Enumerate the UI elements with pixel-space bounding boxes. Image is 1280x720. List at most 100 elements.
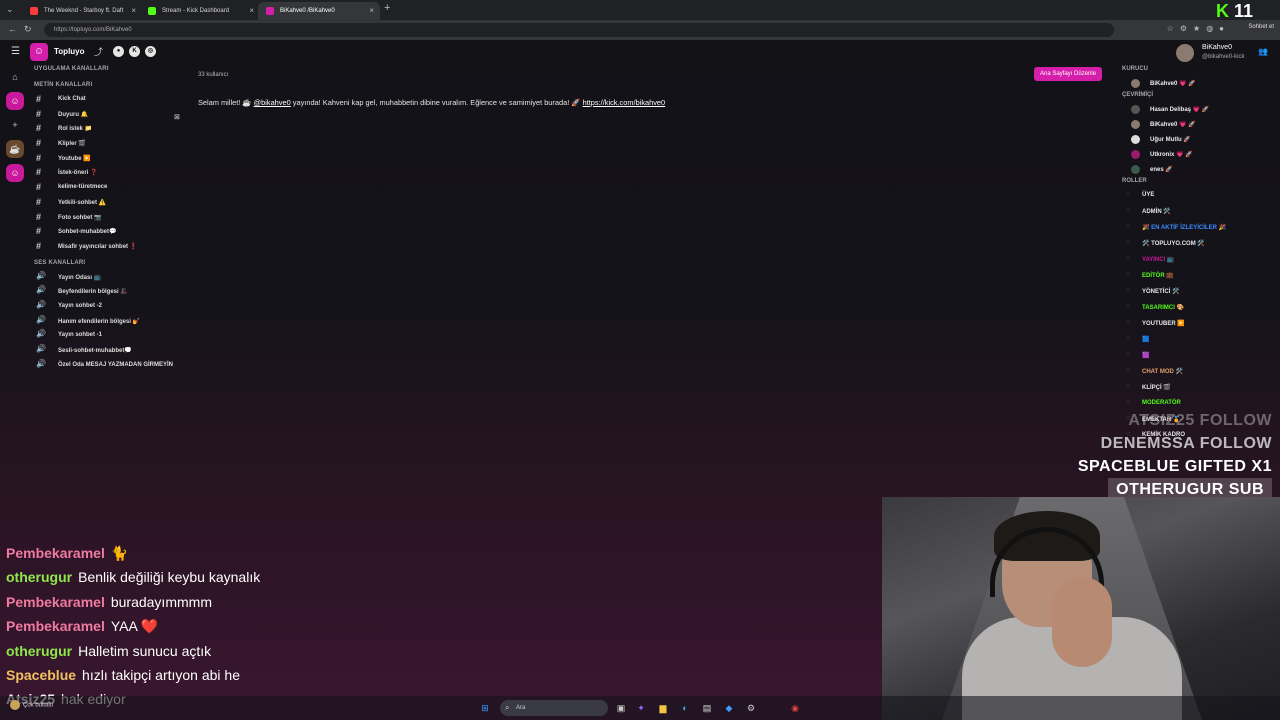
voice-channel[interactable]: 🔊 Yayın sohbet -2 bbox=[30, 300, 190, 315]
share-icon[interactable]: ⤴ bbox=[94, 45, 103, 58]
text-channel[interactable]: # Duyuru 🔔 bbox=[30, 108, 190, 123]
avatar bbox=[1131, 135, 1140, 144]
role-item[interactable]: ◌ 🟦 bbox=[1120, 333, 1280, 349]
kick-link[interactable]: https://kick.com/bikahve0 bbox=[583, 98, 666, 107]
role-item[interactable]: ◌ CHAT MOD 🛠️ bbox=[1120, 365, 1280, 381]
text-channel[interactable]: # Foto sohbet 📷 bbox=[30, 211, 190, 226]
voice-channel[interactable]: 🔊 Hanım efendilerin bölgesi 💅 bbox=[30, 315, 190, 330]
role-item[interactable]: ◌ ADMİN 🛠️ bbox=[1120, 205, 1280, 221]
home-icon[interactable]: ⌂ bbox=[6, 68, 24, 86]
file-explorer-icon[interactable]: ▆ bbox=[656, 701, 670, 715]
instagram-icon[interactable]: ◎ bbox=[145, 46, 156, 57]
start-icon[interactable]: ⊞ bbox=[478, 701, 492, 715]
weather-widget[interactable]: Çok bulutlu bbox=[10, 700, 53, 710]
voice-channel[interactable]: 🔊 Sesli-sohbet-muhabbet💭 bbox=[30, 344, 190, 359]
text-channel[interactable]: # kelime-türetmece bbox=[30, 181, 190, 196]
text-channel[interactable]: # Rol istek 📁 bbox=[30, 122, 190, 137]
role-item[interactable]: ◌ 🟪 bbox=[1120, 349, 1280, 365]
close-icon[interactable]: × bbox=[131, 2, 136, 20]
chat-line: Pembekaramel buradayımmmm bbox=[6, 590, 426, 614]
text-channel[interactable]: # Kick Chat bbox=[30, 93, 190, 108]
text-channel[interactable]: # Misafir yayıncılar sohbet ❗ bbox=[30, 240, 190, 255]
user-name: BiKahve0 bbox=[1202, 44, 1232, 51]
avatar bbox=[1131, 165, 1140, 174]
browser-tab[interactable]: Stream - Kick Dashboard × bbox=[140, 2, 260, 20]
settings-icon[interactable]: ⚙ bbox=[744, 701, 758, 715]
text-channel[interactable]: # İstek-öneri ❓ bbox=[30, 166, 190, 181]
role-item[interactable]: ◌ 🛠️ TOPLUYO.COM 🛠️ bbox=[1120, 237, 1280, 253]
text-channel[interactable]: # Yetkili-sohbet ⚠️ bbox=[30, 196, 190, 211]
avatar bbox=[1131, 79, 1140, 88]
server-topluyo[interactable]: ☺ bbox=[6, 92, 24, 110]
chat-button[interactable]: Sohbet et bbox=[1248, 24, 1274, 30]
member-item[interactable]: BiKahve0 💗 🚀 bbox=[1120, 77, 1280, 92]
text-channel[interactable]: # Youtube ▶️ bbox=[30, 152, 190, 167]
member-item[interactable]: Utkronix 💗 🚀 bbox=[1120, 148, 1280, 163]
role-item[interactable]: ◌ EDİTÖR 💼 bbox=[1120, 269, 1280, 285]
server-bikahve[interactable]: ☕ bbox=[6, 140, 24, 158]
edge-icon[interactable]: ◐ bbox=[678, 701, 692, 715]
channel-label: İstek-öneri ❓ bbox=[58, 170, 98, 177]
edit-homepage-button[interactable]: Ana Sayfayı Düzenle bbox=[1034, 67, 1103, 81]
app-channels-header: UYGULAMA KANALLARI bbox=[34, 66, 109, 72]
role-item[interactable]: ◌ 🎉 EN AKTİF İZLEYİCİLER 🎉 bbox=[1120, 221, 1280, 237]
chat-message: 🐈 bbox=[110, 545, 129, 561]
role-item[interactable]: ◌ TASARIMCI 🎨 bbox=[1120, 301, 1280, 317]
speaker-icon: 🔊 bbox=[36, 270, 46, 280]
close-icon[interactable]: × bbox=[249, 2, 254, 20]
member-item[interactable]: Uğur Mutlu 🚀 bbox=[1120, 133, 1280, 148]
browser-tools[interactable]: ☆⚙★◍● bbox=[1167, 24, 1230, 33]
member-name: enes 🚀 bbox=[1150, 167, 1173, 173]
chat-message: YAA ❤️ bbox=[110, 618, 159, 635]
close-icon[interactable]: × bbox=[369, 2, 374, 20]
text-channel[interactable]: # Klipler 🎬 bbox=[30, 137, 190, 152]
member-item[interactable]: Hasan Delibaş 💗 🚀 bbox=[1120, 103, 1280, 118]
topluyo-logo[interactable]: ☺ bbox=[30, 43, 48, 61]
menu-icon[interactable]: ☰ bbox=[11, 46, 20, 57]
voice-channel[interactable]: 🔊 Beyfendilerin bölgesi 🎩 bbox=[30, 285, 190, 300]
url-input[interactable]: https://topluyo.com/BiKahve0 bbox=[44, 23, 1114, 37]
text-channel[interactable]: # Sohbet-muhabbet💬 bbox=[30, 225, 190, 240]
role-name: MODERATÖR bbox=[1142, 400, 1181, 406]
server-pink[interactable]: ☺ bbox=[6, 164, 24, 182]
role-item[interactable]: ◌ YOUTUBER ▶️ bbox=[1120, 317, 1280, 333]
role-item[interactable]: ◌ YÖNETİCİ 🛠️ bbox=[1120, 285, 1280, 301]
back-icon[interactable]: ← bbox=[8, 24, 17, 34]
kick-icon[interactable]: K bbox=[129, 46, 140, 57]
role-item[interactable]: ◌ KLİPÇİ 🎬 bbox=[1120, 381, 1280, 397]
channel-label: Foto sohbet 📷 bbox=[58, 214, 102, 221]
channel-label: Rol istek 📁 bbox=[58, 126, 93, 133]
copilot-icon[interactable]: ✦ bbox=[634, 701, 648, 715]
hash-icon: # bbox=[36, 240, 42, 251]
task-view-icon[interactable]: ▣ bbox=[614, 701, 628, 715]
social-icon-1[interactable]: ● bbox=[113, 46, 124, 57]
alert-row: ATSIZ25 FOLLOW bbox=[1078, 409, 1272, 432]
chat-line: otherugur Halletim sunucu açtık bbox=[6, 639, 426, 663]
pin-icon[interactable]: ⊠ bbox=[174, 113, 180, 121]
reload-icon[interactable]: ↻ bbox=[24, 24, 32, 35]
tab-favicon bbox=[30, 7, 38, 15]
hash-icon: # bbox=[36, 211, 42, 222]
mention-link[interactable]: @bikahve0 bbox=[254, 98, 291, 107]
role-item[interactable]: ◌ YAYINCI 📺 bbox=[1120, 253, 1280, 269]
role-icon: ◌ bbox=[1126, 319, 1131, 326]
member-item[interactable]: enes 🚀 bbox=[1120, 163, 1280, 178]
role-item[interactable]: ◌ ÜYE bbox=[1120, 189, 1280, 205]
voice-channel[interactable]: 🔊 Özel Oda MESAJ YAZMADAN GİRMEYİN bbox=[30, 359, 190, 374]
speaker-icon: 🔊 bbox=[36, 299, 46, 309]
member-item[interactable]: BiKahve0 💗 🚀 bbox=[1120, 118, 1280, 133]
taskbar-search[interactable]: ⌕ Ara bbox=[500, 700, 608, 716]
store-icon[interactable]: ▤ bbox=[700, 701, 714, 715]
members-icon[interactable]: 👥 bbox=[1258, 47, 1268, 56]
new-tab-button[interactable]: + bbox=[384, 2, 390, 14]
role-icon: ◌ bbox=[1126, 303, 1131, 310]
app-icon[interactable]: ◉ bbox=[788, 701, 802, 715]
tab-list-icon[interactable]: ⌄ bbox=[6, 4, 14, 15]
mail-icon[interactable]: ◆ bbox=[722, 701, 736, 715]
voice-channel[interactable]: 🔊 Yayın Odası 📺 bbox=[30, 271, 190, 286]
chat-username: Spaceblue bbox=[6, 666, 77, 683]
voice-channel[interactable]: 🔊 Yayın sohbet -1 bbox=[30, 329, 190, 344]
add-server-icon[interactable]: + bbox=[6, 116, 24, 134]
browser-tab[interactable]: The Weeknd - Starboy ft. Daft × bbox=[22, 2, 142, 20]
browser-tab[interactable]: BiKahve0 /BiKahve0 × bbox=[258, 2, 380, 20]
